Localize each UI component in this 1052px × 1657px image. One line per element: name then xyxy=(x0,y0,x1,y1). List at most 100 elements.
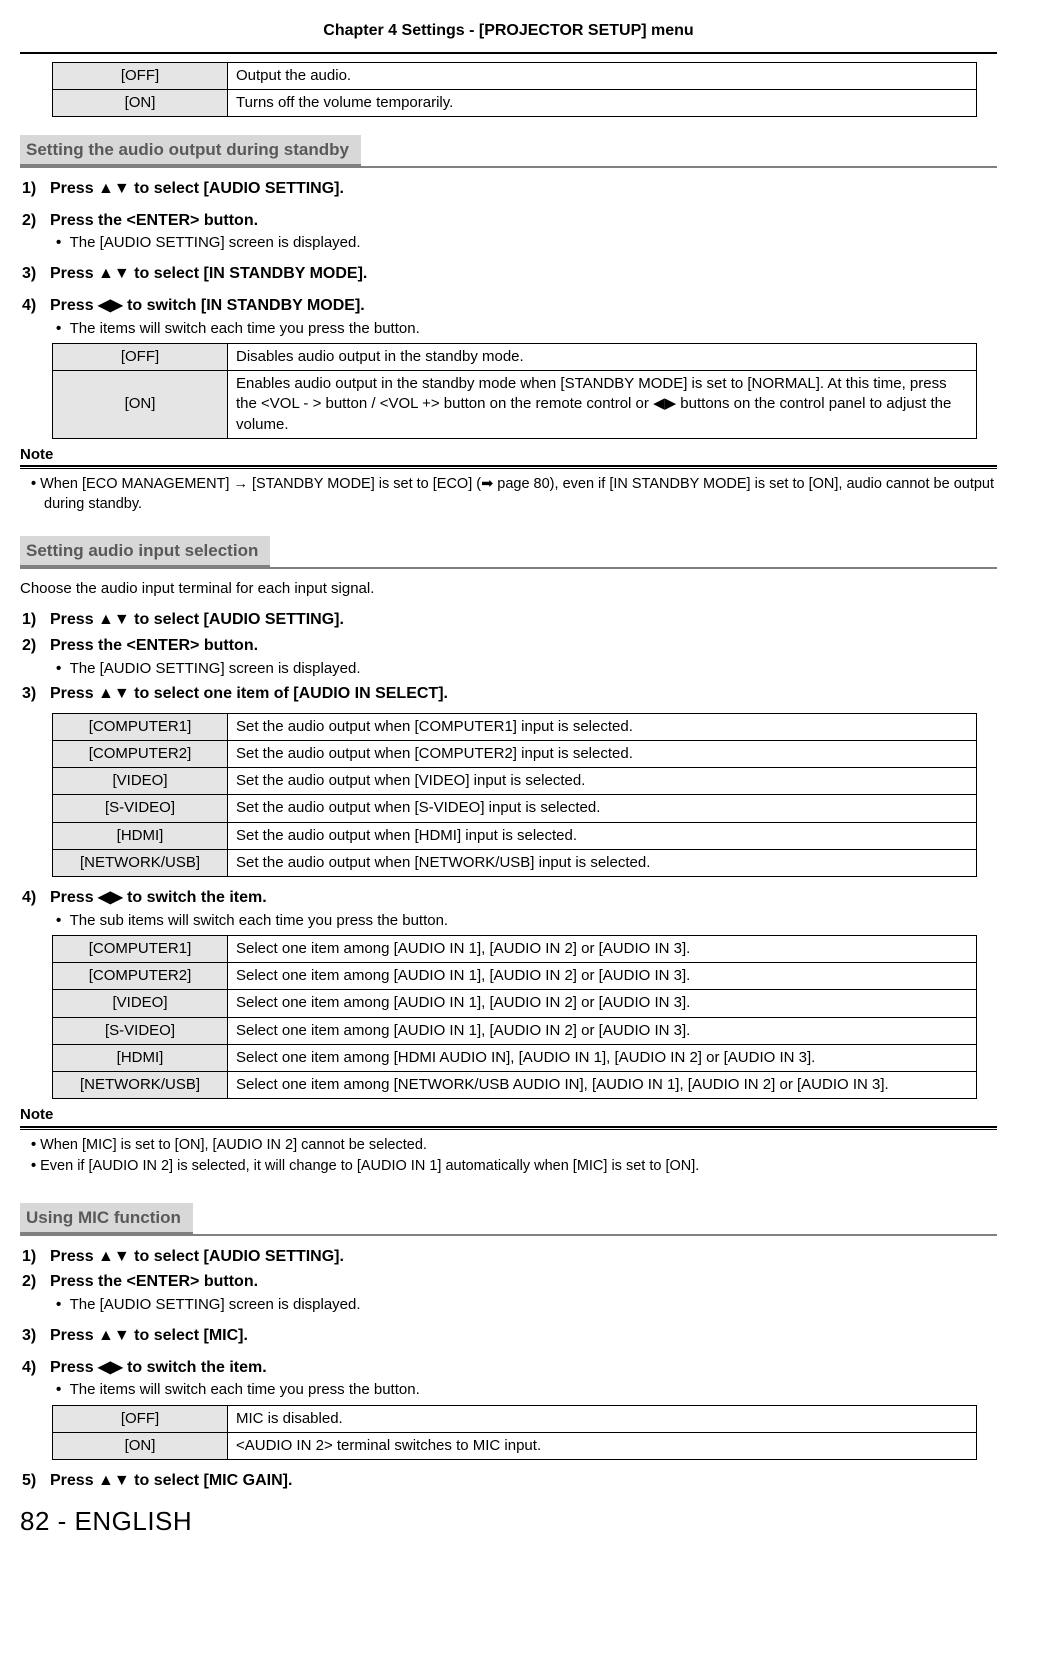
section-heading-mic: Using MIC function xyxy=(20,1203,193,1234)
table-row: [HDMI]Select one item among [HDMI AUDIO … xyxy=(53,1044,977,1071)
table-mic: [OFF]MIC is disabled. [ON]<AUDIO IN 2> t… xyxy=(52,1405,977,1461)
cell-label: [NETWORK/USB] xyxy=(53,1072,228,1099)
cell-desc: Set the audio output when [S-VIDEO] inpu… xyxy=(228,795,977,822)
step-2: 2)Press the <ENTER> button. xyxy=(20,1271,997,1293)
step-1: 1)Press ▲▼ to select [AUDIO SETTING]. xyxy=(20,609,997,631)
cell-label: [VIDEO] xyxy=(53,768,228,795)
table-row: [ON]Enables audio output in the standby … xyxy=(53,371,977,439)
step-5: 5)Press ▲▼ to select [MIC GAIN]. xyxy=(20,1470,997,1492)
table-row: [COMPUTER1]Set the audio output when [CO… xyxy=(53,713,977,740)
table-row: [OFF]MIC is disabled. xyxy=(53,1405,977,1432)
cell-desc: Set the audio output when [NETWORK/USB] … xyxy=(228,849,977,876)
step-3: 3)Press ▲▼ to select [IN STANDBY MODE]. xyxy=(20,263,997,285)
step-text: Press ◀▶ to switch the item. xyxy=(50,1359,267,1376)
step-sub: The [AUDIO SETTING] screen is displayed. xyxy=(20,233,997,253)
cell-desc: MIC is disabled. xyxy=(228,1405,977,1432)
cell-desc: Enables audio output in the standby mode… xyxy=(228,371,977,439)
step-text: Press ▲▼ to select [MIC]. xyxy=(50,1327,248,1344)
step-text: Press ▲▼ to select [AUDIO SETTING]. xyxy=(50,1248,344,1265)
cell-desc: Set the audio output when [COMPUTER1] in… xyxy=(228,713,977,740)
cell-desc: Set the audio output when [COMPUTER2] in… xyxy=(228,740,977,767)
step-3: 3)Press ▲▼ to select [MIC]. xyxy=(20,1325,997,1347)
cell-desc: Output the audio. xyxy=(228,62,977,89)
cell-desc: Select one item among [AUDIO IN 1], [AUD… xyxy=(228,1017,977,1044)
table-row: [S-VIDEO]Set the audio output when [S-VI… xyxy=(53,795,977,822)
table-row: [COMPUTER1]Select one item among [AUDIO … xyxy=(53,935,977,962)
chapter-title: Chapter 4 Settings - [PROJECTOR SETUP] m… xyxy=(20,20,997,42)
step-2: 2)Press the <ENTER> button. xyxy=(20,210,997,232)
step-sub: The items will switch each time you pres… xyxy=(20,319,997,339)
note-bullet: Even if [AUDIO IN 2] is selected, it wil… xyxy=(20,1157,997,1177)
cell-label: [OFF] xyxy=(53,343,228,370)
table-row: [NETWORK/USB]Set the audio output when [… xyxy=(53,849,977,876)
table-row: [VIDEO]Select one item among [AUDIO IN 1… xyxy=(53,990,977,1017)
section-heading-standby: Setting the audio output during standby xyxy=(20,135,361,166)
step-text: Press ▲▼ to select one item of [AUDIO IN… xyxy=(50,685,448,702)
step-sub: The [AUDIO SETTING] screen is displayed. xyxy=(20,659,997,679)
cell-label: [ON] xyxy=(53,371,228,439)
cell-label: [COMPUTER1] xyxy=(53,713,228,740)
step-sub: The items will switch each time you pres… xyxy=(20,1380,997,1400)
cell-desc: Set the audio output when [HDMI] input i… xyxy=(228,822,977,849)
cell-label: [S-VIDEO] xyxy=(53,795,228,822)
cell-desc: Select one item among [HDMI AUDIO IN], [… xyxy=(228,1044,977,1071)
step-text: Press the <ENTER> button. xyxy=(50,1273,258,1290)
cell-desc: Select one item among [NETWORK/USB AUDIO… xyxy=(228,1072,977,1099)
table-audio-in-select: [COMPUTER1]Set the audio output when [CO… xyxy=(52,713,977,878)
table-row: [S-VIDEO]Select one item among [AUDIO IN… xyxy=(53,1017,977,1044)
cell-desc: Disables audio output in the standby mod… xyxy=(228,343,977,370)
table-row: [ON]Turns off the volume temporarily. xyxy=(53,89,977,116)
cell-label: [ON] xyxy=(53,1432,228,1459)
cell-desc: Turns off the volume temporarily. xyxy=(228,89,977,116)
step-text: Press ▲▼ to select [IN STANDBY MODE]. xyxy=(50,265,367,282)
note-bullet: When [ECO MANAGEMENT] → [STANDBY MODE] i… xyxy=(20,475,997,514)
top-rule xyxy=(20,52,997,54)
cell-desc: Select one item among [AUDIO IN 1], [AUD… xyxy=(228,935,977,962)
step-sub: The sub items will switch each time you … xyxy=(20,911,997,931)
table-row: [OFF]Disables audio output in the standb… xyxy=(53,343,977,370)
step-text: Press ◀▶ to switch the item. xyxy=(50,889,267,906)
note-label: Note xyxy=(20,1105,997,1126)
step-1: 1)Press ▲▼ to select [AUDIO SETTING]. xyxy=(20,1246,997,1268)
step-sub: The [AUDIO SETTING] screen is displayed. xyxy=(20,1295,997,1315)
table-row: [COMPUTER2]Select one item among [AUDIO … xyxy=(53,963,977,990)
cell-label: [COMPUTER2] xyxy=(53,740,228,767)
step-4: 4)Press ◀▶ to switch [IN STANDBY MODE]. xyxy=(20,295,997,317)
cell-label: [S-VIDEO] xyxy=(53,1017,228,1044)
cell-label: [VIDEO] xyxy=(53,990,228,1017)
cell-label: [OFF] xyxy=(53,62,228,89)
step-text: Press the <ENTER> button. xyxy=(50,212,258,229)
table-mute: [OFF]Output the audio. [ON]Turns off the… xyxy=(52,62,977,118)
table-row: [COMPUTER2]Set the audio output when [CO… xyxy=(53,740,977,767)
cell-desc: <AUDIO IN 2> terminal switches to MIC in… xyxy=(228,1432,977,1459)
intro-line: Choose the audio input terminal for each… xyxy=(20,579,997,599)
table-row: [OFF]Output the audio. xyxy=(53,62,977,89)
step-text: Press ▲▼ to select [MIC GAIN]. xyxy=(50,1472,292,1489)
cell-desc: Select one item among [AUDIO IN 1], [AUD… xyxy=(228,963,977,990)
cell-desc: Set the audio output when [VIDEO] input … xyxy=(228,768,977,795)
cell-desc: Select one item among [AUDIO IN 1], [AUD… xyxy=(228,990,977,1017)
step-text: Press ▲▼ to select [AUDIO SETTING]. xyxy=(50,180,344,197)
cell-label: [HDMI] xyxy=(53,822,228,849)
note-bullet: When [MIC] is set to [ON], [AUDIO IN 2] … xyxy=(20,1136,997,1156)
step-4: 4)Press ◀▶ to switch the item. xyxy=(20,887,997,909)
step-1: 1)Press ▲▼ to select [AUDIO SETTING]. xyxy=(20,178,997,200)
section-heading-audio-input: Setting audio input selection xyxy=(20,536,270,567)
cell-label: [OFF] xyxy=(53,1405,228,1432)
page-footer: 82 - ENGLISH xyxy=(20,1504,997,1539)
cell-label: [COMPUTER1] xyxy=(53,935,228,962)
table-standby: [OFF]Disables audio output in the standb… xyxy=(52,343,977,439)
table-row: [ON]<AUDIO IN 2> terminal switches to MI… xyxy=(53,1432,977,1459)
note-separator xyxy=(20,1127,997,1130)
table-audio-switch: [COMPUTER1]Select one item among [AUDIO … xyxy=(52,935,977,1100)
cell-label: [NETWORK/USB] xyxy=(53,849,228,876)
step-text: Press ▲▼ to select [AUDIO SETTING]. xyxy=(50,611,344,628)
step-4: 4)Press ◀▶ to switch the item. xyxy=(20,1357,997,1379)
step-text: Press ◀▶ to switch [IN STANDBY MODE]. xyxy=(50,297,365,314)
table-row: [HDMI]Set the audio output when [HDMI] i… xyxy=(53,822,977,849)
cell-label: [HDMI] xyxy=(53,1044,228,1071)
table-row: [NETWORK/USB]Select one item among [NETW… xyxy=(53,1072,977,1099)
cell-label: [ON] xyxy=(53,89,228,116)
note-separator xyxy=(20,466,997,469)
step-3: 3)Press ▲▼ to select one item of [AUDIO … xyxy=(20,683,997,705)
